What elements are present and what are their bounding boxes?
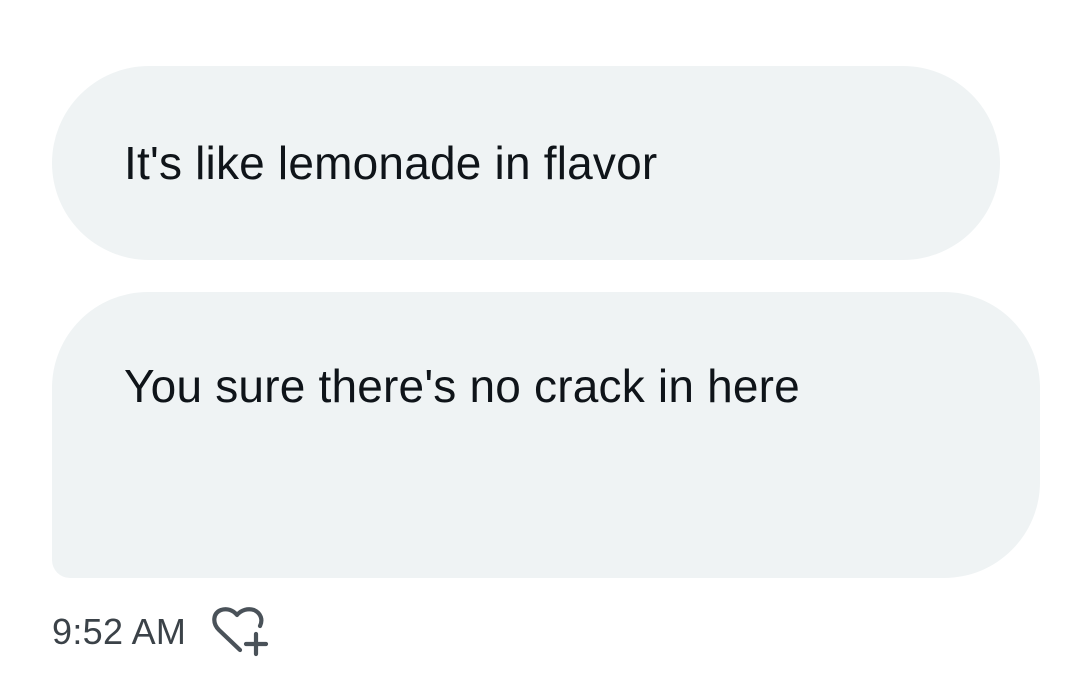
message-text: It's like lemonade in flavor [124,137,658,189]
message-timestamp: 9:52 AM [52,611,187,652]
message-bubble[interactable]: It's like lemonade in flavor [52,66,1000,260]
heart-plus-icon [210,606,282,658]
add-reaction-button[interactable] [210,606,280,658]
message-bubble[interactable]: You sure there's no crack in here [52,292,1040,578]
message-meta: 9:52 AM [52,606,280,658]
message-text: You sure there's no crack in here [124,360,800,412]
